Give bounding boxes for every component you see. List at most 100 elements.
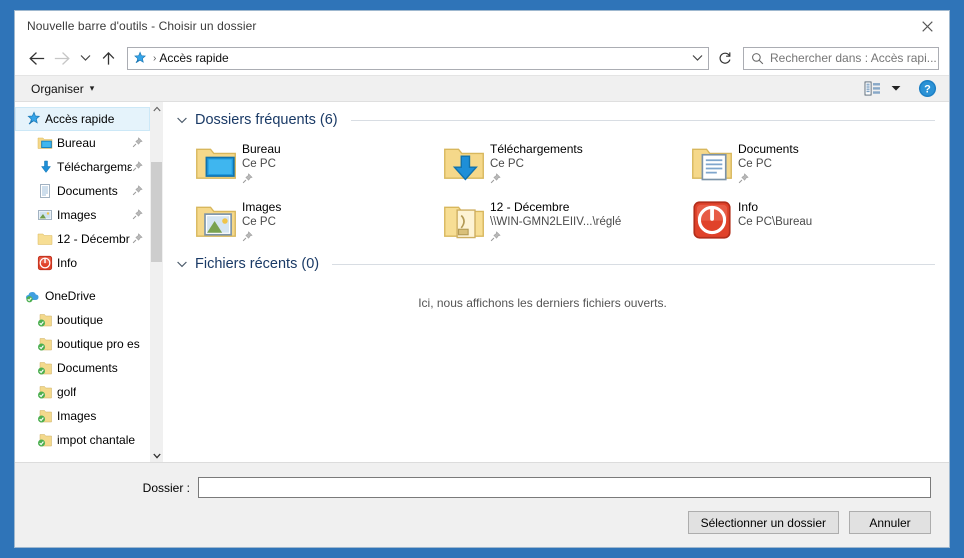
recent-files-title: Fichiers récents (0) [195, 256, 320, 272]
pin-icon [242, 173, 281, 187]
quick-access-star-icon [128, 50, 150, 66]
svg-text:?: ? [924, 84, 931, 96]
folder-tile[interactable]: 12 - Décembre \\WIN-GMN2LEIIV...\réglé [432, 192, 680, 250]
pictures-icon [37, 207, 57, 223]
folder-tile-path: Ce PC [738, 158, 772, 170]
sidebar-item-images[interactable]: Images [15, 404, 150, 428]
pin-icon [132, 233, 144, 245]
refresh-icon[interactable] [713, 47, 737, 70]
folder-tile-path: Ce PC [490, 158, 524, 170]
folder-row: Dossier : [15, 463, 949, 498]
organiser-chevron-down-icon: ▾ [89, 83, 95, 93]
recent-locations-chevron-down-icon[interactable] [75, 45, 95, 71]
sidebar-item-label: boutique [57, 313, 104, 327]
desktop-folder-icon [190, 140, 242, 185]
sidebar-item-label: Bureau [57, 136, 96, 150]
folder-tile-name: Images [242, 200, 282, 214]
folder-tile-text: 12 - Décembre \\WIN-GMN2LEIIV...\réglé [490, 198, 621, 245]
navigation-pane-scrollbar[interactable] [150, 102, 163, 462]
folder-tile-text: Documents Ce PC [738, 140, 799, 187]
change-view-chevron-down-icon[interactable] [887, 78, 905, 100]
organiser-button[interactable]: Organiser ▾ [23, 80, 102, 98]
sidebar-item-label: Images [57, 208, 97, 222]
chevron-down-icon[interactable] [176, 258, 188, 270]
frequent-folders-grid: Bureau Ce PC Téléchargements Ce PC Documents… [176, 128, 949, 250]
select-folder-button[interactable]: Sélectionner un dossier [687, 511, 839, 534]
info-red-icon [37, 255, 57, 271]
info-red-icon [686, 198, 738, 241]
back-icon[interactable] [23, 45, 49, 71]
folder-tile-path: Ce PC [242, 216, 276, 228]
sidebar-item-info[interactable]: Info [15, 251, 150, 275]
address-chevron-down-icon[interactable] [686, 48, 708, 69]
command-bar-right: ? [859, 77, 941, 101]
sidebar-item-label: Documents [57, 184, 118, 198]
cancel-button[interactable]: Annuler [849, 511, 931, 534]
help-button[interactable]: ? [913, 77, 941, 101]
folder-label: Dossier : [142, 480, 190, 495]
frequent-folders-header[interactable]: Dossiers fréquents (6) [176, 112, 949, 128]
pin-icon [132, 209, 144, 221]
sidebar-item-boutique[interactable]: boutique [15, 308, 150, 332]
sidebar-item-label: OneDrive [45, 289, 96, 303]
navigation-pane: Accès rapide Bureau Téléchargemε Documents I… [15, 102, 164, 462]
search-placeholder: Rechercher dans : Accès rapi... [770, 51, 937, 65]
close-button[interactable] [905, 11, 949, 41]
folder-tile[interactable]: Téléchargements Ce PC [432, 134, 680, 192]
change-view-icon[interactable] [859, 78, 885, 100]
scrollbar-thumb[interactable] [151, 162, 162, 262]
chevron-down-icon[interactable] [176, 114, 188, 126]
scroll-up-arrow-icon[interactable] [150, 102, 163, 115]
sidebar-item-impot-chantale[interactable]: impot chantale [15, 428, 150, 452]
sidebar-item-bureau[interactable]: Bureau [15, 131, 150, 155]
folder-input[interactable] [198, 477, 931, 498]
header-rule [332, 263, 935, 265]
onedrive-folder-icon [37, 384, 57, 400]
sidebar-item-golf[interactable]: golf [15, 380, 150, 404]
recent-files-header[interactable]: Fichiers récents (0) [176, 256, 949, 272]
sidebar-item-onedrive[interactable]: OneDrive [15, 284, 150, 308]
folder-tile[interactable]: Bureau Ce PC [184, 134, 432, 192]
navigation-bar: › Accès rapide Rechercher dans : Accès r… [15, 41, 949, 75]
file-list-pane: Dossiers fréquents (6) Bureau Ce PC Téléch… [164, 102, 949, 462]
sidebar-item-acc-s-rapide[interactable]: Accès rapide [15, 107, 150, 131]
folder-tile-name: Bureau [242, 142, 281, 156]
pin-icon [132, 137, 144, 149]
sidebar-item-12-d-cembr[interactable]: 12 - Décembr [15, 227, 150, 251]
folder-tile[interactable]: Info Ce PC\Bureau [680, 192, 928, 250]
scroll-down-arrow-icon[interactable] [150, 449, 163, 462]
sidebar-item-images[interactable]: Images [15, 203, 150, 227]
sidebar-item-label: Documents [57, 361, 118, 375]
header-rule [350, 119, 935, 121]
sidebar-item-boutique-pro-es[interactable]: boutique pro es [15, 332, 150, 356]
folder-tile[interactable]: Images Ce PC [184, 192, 432, 250]
onedrive-folder-icon [37, 408, 57, 424]
sidebar-item-label: 12 - Décembr [57, 232, 130, 246]
navigation-pane-list: Accès rapide Bureau Téléchargemε Documents I… [15, 102, 150, 462]
sidebar-item-label: Téléchargemε [57, 160, 133, 174]
command-bar: Organiser ▾ ? [15, 75, 949, 102]
onedrive-folder-icon [37, 432, 57, 448]
recent-files-empty-message: Ici, nous affichons les derniers fichier… [418, 296, 667, 310]
folder-tile-path: \\WIN-GMN2LEIIV...\réglé [490, 216, 622, 228]
documents-folder-icon [686, 140, 738, 185]
up-arrow-icon[interactable] [95, 45, 121, 71]
search-input[interactable]: Rechercher dans : Accès rapi... [743, 46, 939, 70]
folder-tile-text: Bureau Ce PC [242, 140, 281, 187]
downloads-icon [37, 159, 57, 175]
sidebar-item-documents[interactable]: Documents [15, 356, 150, 380]
folder-tile-path: Ce PC [242, 158, 276, 170]
sidebar-item-label: boutique pro es [57, 337, 140, 351]
onedrive-folder-icon [37, 312, 57, 328]
breadcrumb-quick-access[interactable]: Accès rapide [159, 51, 228, 65]
pin-icon [242, 231, 281, 245]
address-bar[interactable]: › Accès rapide [127, 46, 709, 70]
footer-buttons: Sélectionner un dossier Annuler [15, 498, 949, 534]
folder-tile-name: 12 - Décembre [490, 200, 570, 214]
sidebar-item-label: Images [57, 409, 97, 423]
pin-icon [132, 185, 144, 197]
folder-tile[interactable]: Documents Ce PC [680, 134, 928, 192]
sidebar-item-documents[interactable]: Documents [15, 179, 150, 203]
sidebar-item-t-l-chargem[interactable]: Téléchargemε [15, 155, 150, 179]
